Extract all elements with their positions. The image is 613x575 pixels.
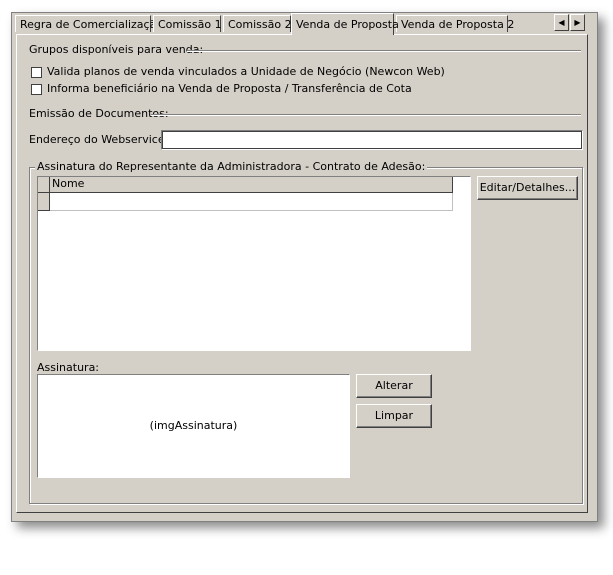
tab-strip: Regra de Comercialização Comissão 1 Comi…: [12, 13, 597, 35]
tab-comissao-2[interactable]: Comissão 2: [223, 15, 292, 32]
webservice-label: Endereço do Webservice:: [29, 133, 169, 146]
groups-divider: [187, 50, 581, 52]
documents-divider: [151, 114, 581, 116]
tab-venda-de-proposta[interactable]: Venda de Proposta: [291, 13, 399, 35]
signature-label: Assinatura:: [37, 361, 100, 374]
tab-scroll-right-button[interactable]: ▶: [570, 14, 585, 31]
grid-cell-nome[interactable]: [50, 193, 453, 211]
tab-venda-de-proposta-2[interactable]: Venda de Proposta 2: [396, 15, 514, 32]
webservice-input[interactable]: [161, 130, 583, 150]
grid-column-nome[interactable]: Nome: [50, 177, 453, 193]
settings-window: Regra de Comercialização Comissão 1 Comi…: [11, 12, 598, 522]
validate-plans-checkbox[interactable]: [31, 67, 42, 78]
representatives-grid[interactable]: Nome: [37, 176, 471, 351]
groups-section-title: Grupos disponíveis para venda:: [29, 43, 204, 56]
arrow-right-icon: ▶: [574, 18, 581, 27]
validate-plans-label: Valida planos de venda vinculados a Unid…: [47, 65, 445, 78]
signature-image-box: (imgAssinatura): [37, 374, 350, 478]
grid-corner-cell: [38, 177, 50, 193]
tab-panel: Grupos disponíveis para venda: Valida pl…: [16, 34, 588, 513]
grid-row-indicator[interactable]: [38, 193, 50, 211]
tab-scroll-left-button[interactable]: ◀: [554, 14, 569, 31]
arrow-left-icon: ◀: [558, 18, 565, 27]
change-signature-button[interactable]: Alterar: [356, 374, 432, 398]
inform-beneficiary-label: Informa beneficiário na Venda de Propost…: [47, 82, 412, 95]
documents-section-title: Emissão de Documentos:: [29, 107, 169, 120]
signature-image-placeholder: (imgAssinatura): [149, 419, 238, 432]
signature-group-title: Assinatura do Representante da Administr…: [35, 160, 428, 173]
tab-comissao-1[interactable]: Comissão 1: [153, 15, 222, 32]
edit-details-button[interactable]: Editar/Detalhes...: [477, 176, 578, 200]
clear-signature-button[interactable]: Limpar: [356, 404, 432, 428]
tab-regra-comercializacao[interactable]: Regra de Comercialização: [15, 15, 163, 32]
inform-beneficiary-checkbox[interactable]: [31, 84, 42, 95]
